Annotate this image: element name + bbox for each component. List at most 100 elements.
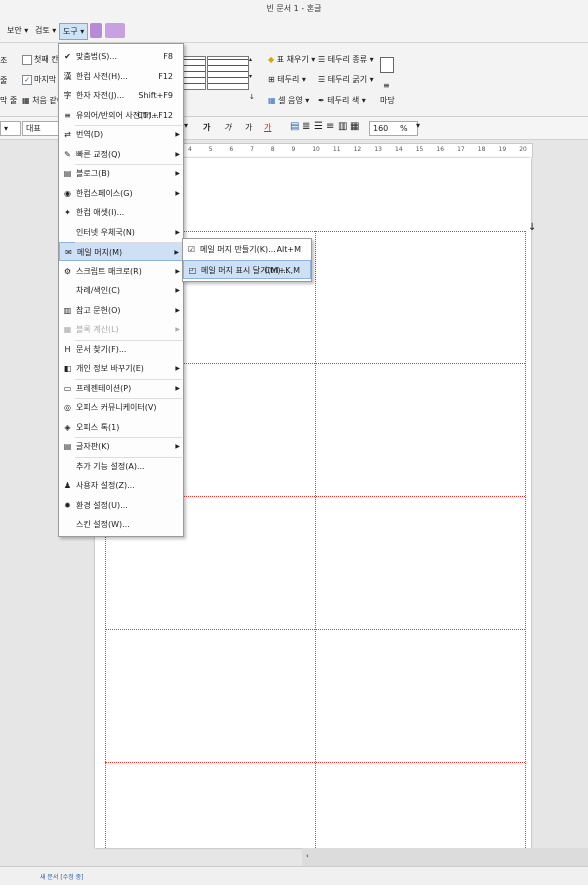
ruler-mark: 9 — [291, 146, 296, 153]
tab-security[interactable]: 보안 ▾ — [4, 23, 31, 38]
first-column-check[interactable]: 첫째 칸 — [22, 54, 59, 65]
menu-item-label: 블로그(B) — [76, 169, 110, 178]
table-border — [105, 629, 525, 630]
ruler-mark: 14 — [395, 146, 403, 153]
scroll-left-icon[interactable]: ‹ — [306, 852, 309, 860]
menu-item[interactable]: ◈ 오피스 톡(1) — [59, 418, 183, 437]
menu-item[interactable]: ⚙ 스크립트 매크로(R) ▶ — [59, 262, 183, 281]
dropdown-arrow-icon[interactable]: ▾ — [184, 121, 188, 130]
menu-item-icon: ✉ — [65, 248, 72, 257]
menu-item[interactable]: ✔ 맞춤법(S)... F8 — [59, 47, 183, 66]
menu-item[interactable]: ♟ 사용자 설정(Z)... — [59, 476, 183, 495]
menu-separator — [75, 125, 182, 126]
align-center-icon[interactable]: ☰ — [314, 121, 323, 132]
ruler-mark: 8 — [270, 146, 275, 153]
horizontal-scrollbar[interactable]: ‹ — [302, 848, 588, 866]
menu-item[interactable]: ⇄ 번역(D) ▶ — [59, 125, 183, 144]
madang-label[interactable]: 마당 — [380, 95, 395, 106]
bold-button[interactable]: 가 — [203, 122, 210, 133]
superscript-button[interactable]: 가 — [245, 122, 252, 133]
menu-item[interactable]: ≡ 유의어/반의어 사전(T)... Ctrl+F12 — [59, 106, 183, 125]
menu-item-shortcut: Shift+F9 — [138, 91, 173, 100]
menu-item[interactable]: ✦ 한컴 애셋(I)... — [59, 203, 183, 222]
table-menu-icon[interactable] — [105, 23, 125, 38]
menu-item[interactable]: ▤ 글자판(K) ▶ — [59, 437, 183, 456]
menu-item[interactable]: 추가 기능 설정(A)... — [59, 457, 183, 476]
menu-item[interactable]: ▤ 블로그(B) ▶ — [59, 164, 183, 183]
scroll-down-icon[interactable]: ▾ — [249, 73, 252, 80]
border-color-button[interactable]: ✒ 테두리 색 ▾ — [318, 95, 366, 106]
menu-item[interactable]: 차례/색인(C) ▶ — [59, 281, 183, 300]
table-border — [105, 762, 525, 763]
menu-item[interactable]: H 문서 찾기(F)... — [59, 340, 183, 359]
menu-item[interactable]: ▦ 블록 계산(L) ▶ — [59, 320, 183, 339]
menu-item-icon: ▤ — [63, 442, 72, 451]
table-style-preview[interactable] — [207, 56, 249, 90]
cell-shade-button[interactable]: ▦ 셀 음영 ▾ — [268, 95, 309, 106]
menu-item[interactable]: ✹ 환경 설정(U)... — [59, 496, 183, 515]
scroll-up-icon[interactable]: ▴ — [249, 56, 252, 63]
pen-color-icon: ✒ — [318, 96, 325, 105]
submenu-arrow-icon: ▶ — [175, 443, 180, 450]
menu-item-label: 블록 계산(L) — [76, 325, 119, 334]
menu-item[interactable]: ☑ 메일 머지 만들기(K)... Alt+M — [183, 240, 311, 259]
menu-item[interactable]: ✉ 메일 머지(M) ▶ — [59, 242, 183, 261]
menu-item[interactable]: ◎ 오피스 커뮤니케이터(V) — [59, 398, 183, 417]
menu-item-label: 개인 정보 바꾸기(E) — [76, 364, 144, 373]
menu-item-icon: ▤ — [63, 169, 72, 178]
menu-item-icon — [63, 520, 72, 529]
menu-item[interactable]: 漢 한컴 사전(H)... F12 — [59, 67, 183, 86]
style-dropdown[interactable]: ▾ — [0, 121, 21, 136]
menu-item[interactable]: ◧ 개인 정보 바꾸기(E) ▶ — [59, 359, 183, 378]
madang-icon[interactable] — [380, 57, 394, 73]
menu-item-shortcut: Ctrl+F12 — [137, 110, 173, 120]
menu-item[interactable]: ✎ 빠른 교정(Q) ▶ — [59, 145, 183, 164]
tab-tools[interactable]: 도구 ▾ — [59, 23, 89, 40]
menu-item[interactable]: 인터넷 우체국(N) ▶ — [59, 223, 183, 242]
zoom-dropdown-icon[interactable]: ▾ — [416, 121, 420, 130]
ruler-mark: 5 — [208, 146, 213, 153]
border-type-button[interactable]: ☰ 테두리 종류 ▾ — [318, 54, 374, 65]
ruler-mark: 20 — [519, 146, 527, 153]
menu-item-icon: ▦ — [63, 325, 72, 334]
zoom-field[interactable]: 160 % — [369, 121, 418, 136]
menu-item-shortcut: Alt+M — [276, 245, 301, 254]
fill-table-button[interactable]: ◆ 표 채우기 ▾ — [268, 54, 315, 65]
menu-separator — [75, 398, 182, 399]
align-right-icon[interactable]: ≡ — [326, 121, 334, 132]
expand-icon[interactable]: ↓ — [249, 93, 255, 101]
menu-item[interactable]: ◰ 메일 머지 표시 달기(M)... Ctrl+K,M — [183, 260, 311, 279]
border-button[interactable]: ⊞ 테두리 ▾ — [268, 74, 306, 85]
menu-item-icon: ✦ — [64, 208, 71, 217]
ribbon-item[interactable]: 줄 — [0, 75, 7, 86]
submenu-arrow-icon: ▶ — [175, 306, 180, 314]
horizontal-ruler[interactable]: 4 5 6 7 8 9 10 11 12 13 14 15 16 17 18 19 20 — [183, 143, 533, 159]
menu-item[interactable]: ▭ 프레젠테이션(P) ▶ — [59, 379, 183, 398]
italic-button[interactable]: 가 — [224, 122, 231, 133]
menu-item[interactable]: ▥ 참고 문헌(O) ▶ — [59, 301, 183, 320]
ribbon-item[interactable]: 막 줄 — [0, 95, 17, 106]
menu-item-icon: ◧ — [63, 364, 72, 373]
menu-item-label: 메일 머지(M) — [77, 248, 123, 257]
menu-item-label: 번역(D) — [76, 130, 104, 139]
pen-icon[interactable] — [90, 23, 102, 38]
tab-review[interactable]: 검토 ▾ — [32, 23, 59, 38]
grid-icon: ▦ — [22, 96, 30, 105]
checkbox-icon[interactable] — [22, 54, 32, 65]
menu-item-shortcut: F12 — [158, 71, 173, 81]
menu-separator — [75, 378, 182, 380]
align-justify-icon[interactable]: ▤ — [290, 121, 299, 132]
border-thickness-button[interactable]: ☰ 테두리 굵기 ▾ — [318, 74, 374, 85]
menu-item[interactable]: 字 한자 자전(J)... Shift+F9 — [59, 86, 183, 105]
menu-item[interactable]: ◉ 한컴스페이스(G) ▶ — [59, 184, 183, 203]
split-icon[interactable]: ▦ — [350, 121, 359, 132]
submenu-arrow-icon: ▶ — [175, 228, 180, 236]
font-color-button[interactable]: 가 — [264, 122, 271, 133]
menu-item[interactable]: 스킨 설정(W)... — [59, 515, 183, 534]
menu-separator — [75, 164, 182, 165]
checkbox-checked-icon[interactable]: ✓ — [22, 74, 32, 85]
ribbon-item[interactable]: 조 — [0, 55, 7, 66]
style-value-field[interactable]: 대표 — [22, 121, 63, 136]
align-left-icon[interactable]: ≣ — [302, 121, 310, 132]
distribute-icon[interactable]: ▥ — [338, 121, 347, 132]
